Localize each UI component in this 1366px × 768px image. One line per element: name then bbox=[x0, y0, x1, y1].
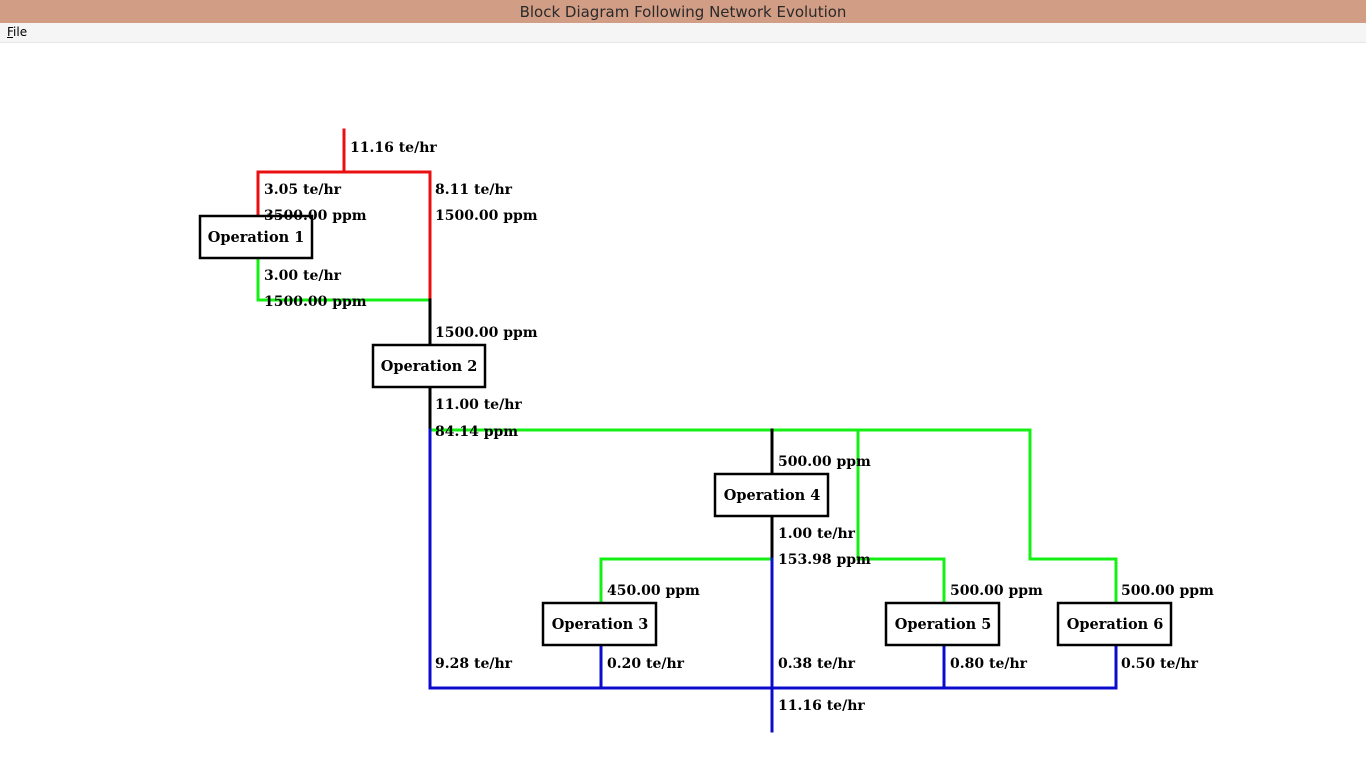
op2-out-conc-label: 84.14 ppm bbox=[435, 424, 518, 440]
window-title-bar: Block Diagram Following Network Evolutio… bbox=[0, 0, 1366, 23]
operation-3-label: Operation 3 bbox=[552, 616, 649, 633]
op1-in-flow-label: 3.05 te/hr bbox=[264, 182, 342, 198]
op6-in-conc-label: 500.00 ppm bbox=[1121, 583, 1214, 599]
ww-total-flow-label: 11.16 te/hr bbox=[778, 698, 865, 714]
ww-direct-flow-label: 9.28 te/hr bbox=[435, 656, 513, 672]
op1-out-conc-label: 1500.00 ppm bbox=[264, 294, 367, 310]
fresh-total-flow-label: 11.16 te/hr bbox=[350, 140, 437, 156]
menu-bar: File bbox=[0, 23, 1366, 43]
menu-file[interactable]: File bbox=[7, 25, 27, 39]
fresh-branch-conc-label: 1500.00 ppm bbox=[435, 208, 538, 224]
op6-ww-flow-label: 0.50 te/hr bbox=[1121, 656, 1199, 672]
reuse-lines bbox=[256, 256, 1118, 604]
op2-out-flow-label: 11.00 te/hr bbox=[435, 397, 522, 413]
op5-in-conc-label: 500.00 ppm bbox=[950, 583, 1043, 599]
operation-1-label: Operation 1 bbox=[208, 229, 305, 246]
operation-2-label: Operation 2 bbox=[381, 358, 478, 375]
op2-in-conc-label: 1500.00 ppm bbox=[435, 325, 538, 341]
op4-out-conc-label: 153.98 ppm bbox=[778, 552, 871, 568]
operation-6-label: Operation 6 bbox=[1067, 616, 1164, 633]
op3-ww-flow-label: 0.20 te/hr bbox=[607, 656, 685, 672]
window-title: Block Diagram Following Network Evolutio… bbox=[519, 2, 847, 21]
operation-2-block[interactable]: Operation 2 bbox=[371, 343, 487, 389]
op5-ww-flow-label: 0.80 te/hr bbox=[950, 656, 1028, 672]
operation-4-label: Operation 4 bbox=[724, 487, 821, 504]
operation-6-block[interactable]: Operation 6 bbox=[1056, 601, 1173, 647]
fresh-branch-flow-label: 8.11 te/hr bbox=[435, 182, 513, 198]
op4-in-conc-label: 500.00 ppm bbox=[778, 454, 871, 470]
network-block-diagram: Operation 1 Operation 2 Operation 4 Oper… bbox=[198, 128, 1214, 733]
op1-in-conc-label: 3500.00 ppm bbox=[264, 208, 367, 224]
operation-5-block[interactable]: Operation 5 bbox=[884, 601, 1001, 647]
op4-ww-flow-label: 0.38 te/hr bbox=[778, 656, 856, 672]
op4-out-flow-label: 1.00 te/hr bbox=[778, 526, 856, 542]
operation-4-block[interactable]: Operation 4 bbox=[713, 472, 830, 518]
operation-3-block[interactable]: Operation 3 bbox=[541, 601, 658, 647]
op1-out-flow-label: 3.00 te/hr bbox=[264, 268, 342, 284]
op3-in-conc-label: 450.00 ppm bbox=[607, 583, 700, 599]
operation-5-label: Operation 5 bbox=[895, 616, 992, 633]
